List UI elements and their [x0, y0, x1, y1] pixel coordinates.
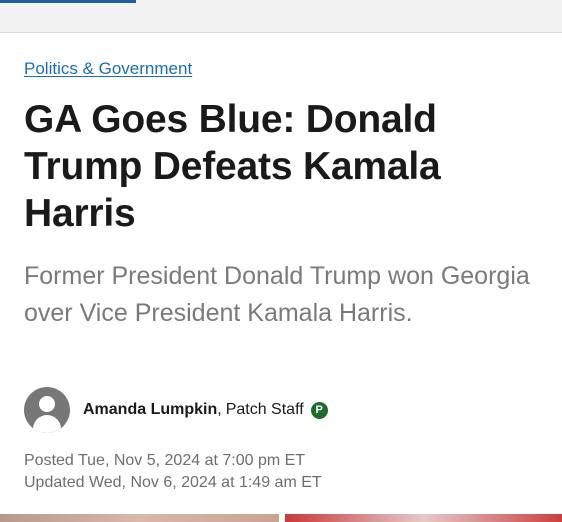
article-headline: GA Goes Blue: Donald Trump Defeats Kamal…	[24, 98, 441, 235]
article-image-left[interactable]	[0, 514, 279, 522]
top-navigation-bar	[0, 0, 562, 33]
avatar-shoulders-shape	[33, 415, 61, 433]
patch-badge-icon: P	[310, 401, 328, 419]
user-avatar-icon[interactable]	[24, 387, 70, 433]
avatar-head-shape	[39, 396, 55, 412]
article-subhead: Former President Donald Trump won Georgi…	[24, 262, 530, 327]
posted-date: Posted Tue, Nov 5, 2024 at 7:00 pm ET	[24, 452, 306, 469]
author-name[interactable]: Amanda Lumpkin	[83, 401, 217, 419]
author-role: Patch Staff	[225, 401, 304, 418]
byline: Amanda Lumpkin , Patch Staff P	[24, 386, 328, 434]
article-timestamps: Posted Tue, Nov 5, 2024 at 7:00 pm ET Up…	[24, 450, 322, 494]
byline-separator: ,	[217, 401, 222, 418]
updated-date: Updated Wed, Nov 6, 2024 at 1:49 am ET	[24, 474, 322, 491]
article-image-strip	[0, 514, 562, 522]
article-image-right[interactable]	[285, 514, 562, 522]
category-link[interactable]: Politics & Government	[24, 59, 192, 79]
active-tab-indicator	[0, 0, 136, 3]
